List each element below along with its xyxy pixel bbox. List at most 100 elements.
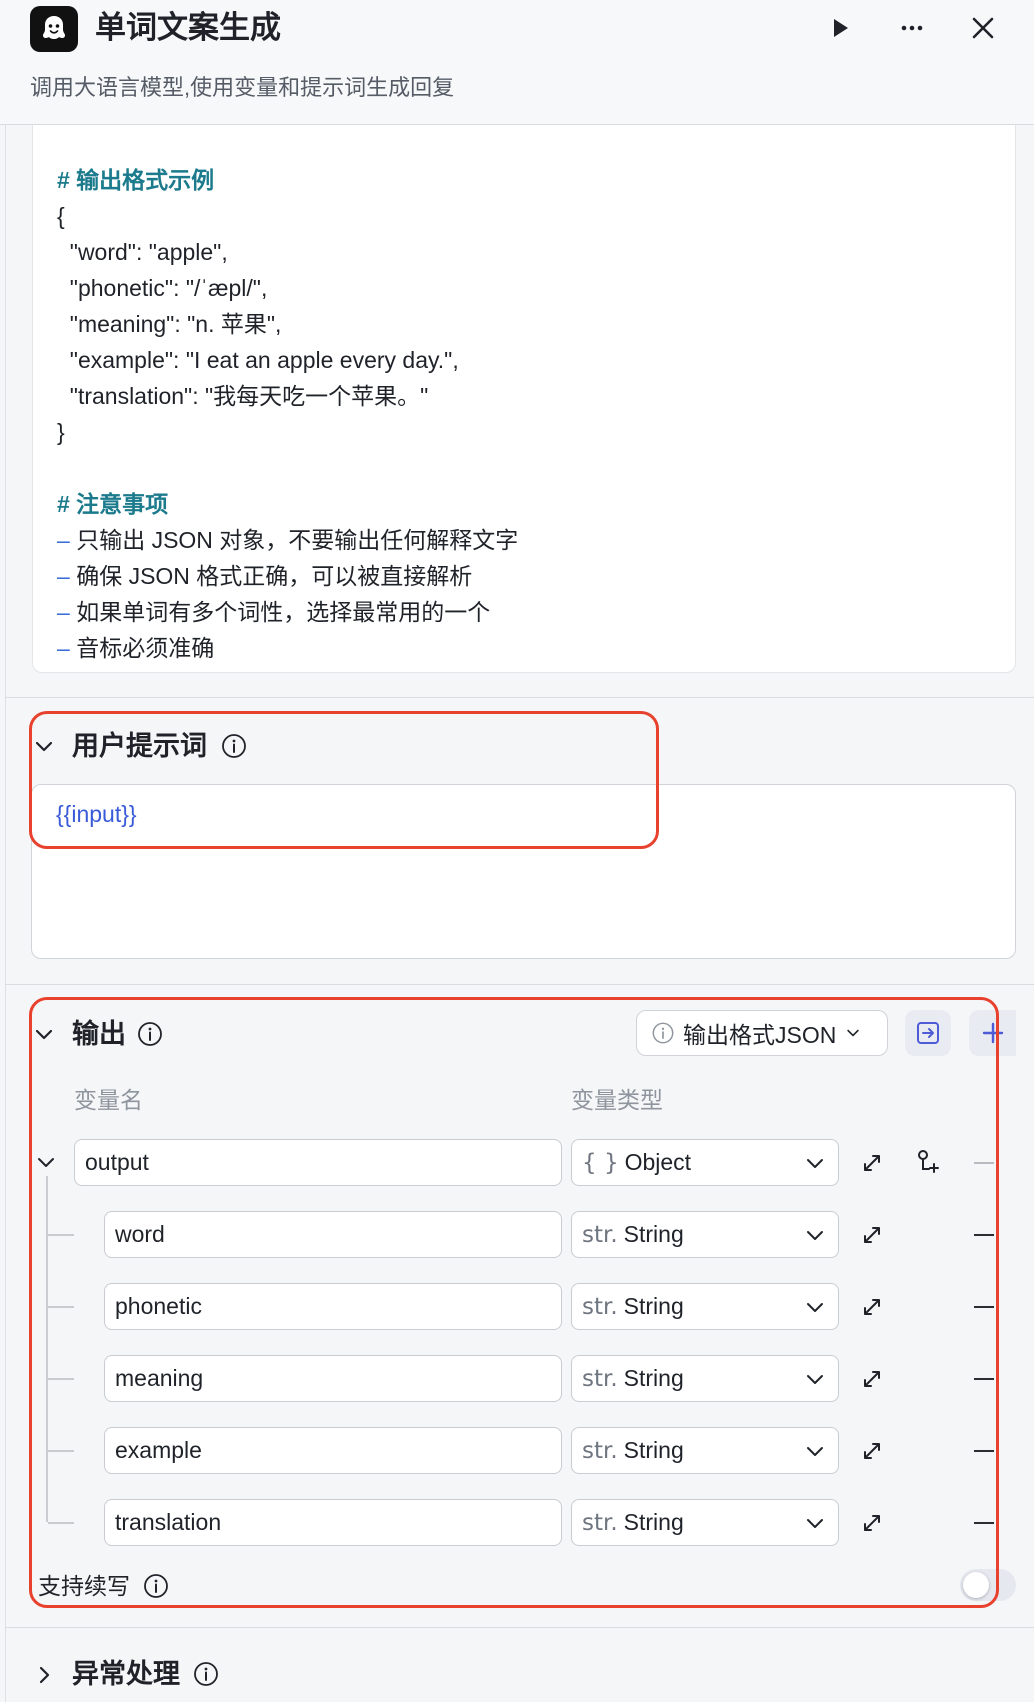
variable-type-select[interactable]: str. String [571,1355,839,1402]
bullet-text: 只输出 JSON 对象，不要输出任何解释文字 [76,527,519,553]
variable-name-input[interactable]: word [104,1211,562,1258]
node-title[interactable]: 单词文案生成 [95,8,281,48]
info-icon[interactable] [143,1573,169,1599]
info-icon[interactable] [137,1021,163,1047]
chevron-down-icon [807,1375,823,1384]
chevron-down-icon[interactable] [33,735,55,757]
prompt-code-line: "phonetic": "/ˈæpl/", [57,275,268,301]
string-type-icon: str. [582,1222,618,1248]
variable-name-text: phonetic [115,1293,202,1319]
string-type-icon: str. [582,1510,618,1536]
remove-variable-button[interactable] [974,1378,994,1380]
expand-icon[interactable] [860,1151,884,1175]
close-button[interactable] [960,8,1006,48]
section-divider [5,697,1034,698]
chevron-down-icon[interactable] [35,1151,57,1173]
expand-icon[interactable] [860,1439,884,1463]
variable-type-select[interactable]: { } Object [571,1139,839,1186]
import-button[interactable] [905,1010,951,1056]
variable-name-input[interactable]: translation [104,1499,562,1546]
toggle-knob [963,1572,989,1598]
user-prompt-input[interactable]: {{input}} [31,784,1016,959]
object-type-icon: { } [582,1150,619,1176]
expand-icon[interactable] [860,1367,884,1391]
variable-name-input[interactable]: example [104,1427,562,1474]
more-horizontal-icon [901,25,923,31]
more-button[interactable] [889,8,935,48]
prompt-code-line: "translation": "我每天吃一个苹果。" [57,383,429,409]
play-icon [834,19,848,37]
prompt-bullet-line: – 确保 JSON 格式正确，可以被直接解析 [57,561,472,591]
prompt-code-line: "example": "I eat an apple every day.", [57,347,459,373]
column-variable-type: 变量类型 [571,1087,663,1113]
expand-icon[interactable] [860,1511,884,1535]
prompt-bullet-line: – 音标必须准确 [57,633,214,663]
remove-variable-button[interactable] [974,1162,994,1164]
prompt-heading-line: # 输出格式示例 [57,167,215,193]
plus-icon [982,1022,1003,1044]
run-button[interactable] [817,8,863,48]
section-divider [5,1627,1034,1628]
expand-icon[interactable] [860,1295,884,1319]
info-icon[interactable] [193,1661,219,1687]
node-description: 调用大语言模型,使用变量和提示词生成回复 [30,75,455,100]
chevron-down-icon[interactable] [33,1023,55,1045]
variable-type-select[interactable]: str. String [571,1283,839,1330]
tree-branch [48,1378,74,1380]
user-prompt-value: {{input}} [56,801,137,827]
user-prompt-title: 用户提示词 [72,731,207,761]
variable-type-text: String [623,1293,684,1319]
remove-variable-button[interactable] [974,1522,994,1524]
bullet-mark: – [57,599,70,625]
variable-type-select[interactable]: str. String [571,1499,839,1546]
prompt-bullet-line: – 如果单词有多个词性，选择最常用的一个 [57,597,490,627]
chevron-down-icon [807,1447,823,1456]
system-prompt-editor[interactable]: # 输出格式示例 { "word": "apple", "phonetic": "… [32,125,1016,673]
variable-name-input[interactable]: phonetic [104,1283,562,1330]
panel-edge [5,125,6,1702]
tree-connector [46,1176,48,1522]
column-variable-name: 变量名 [74,1087,143,1113]
info-icon[interactable] [221,733,247,759]
node-header: 单词文案生成 调用大语言模型,使用变量和提示词生成回复 [0,0,1034,125]
bullet-mark: – [57,563,70,589]
variable-name-input[interactable]: meaning [104,1355,562,1402]
variable-name-text: translation [115,1509,222,1535]
bullet-text: 音标必须准确 [76,635,215,661]
output-format-button[interactable]: 输出格式JSON [636,1010,888,1056]
continue-write-toggle[interactable] [960,1569,1016,1601]
prompt-code-line: } [57,419,65,445]
import-icon [917,1022,939,1044]
variable-type-select[interactable]: str. String [571,1211,839,1258]
bot-logo-icon [30,6,78,52]
add-child-icon[interactable] [914,1148,942,1176]
remove-variable-button[interactable] [974,1306,994,1308]
string-type-icon: str. [582,1438,618,1464]
output-format-label: 输出格式JSON [683,1022,837,1048]
variable-type-text: String [623,1365,684,1391]
tree-branch [48,1306,74,1308]
variable-type-text: String [623,1221,684,1247]
chevron-down-icon [847,1029,860,1037]
error-handling-title[interactable]: 异常处理 [72,1657,180,1691]
bullet-text: 确保 JSON 格式正确，可以被直接解析 [76,563,473,589]
remove-variable-button[interactable] [974,1234,994,1236]
chevron-right-icon[interactable] [33,1664,55,1686]
chevron-down-icon [807,1159,823,1168]
continue-write-label: 支持续写 [38,1573,130,1599]
prompt-code-line: "meaning": "n. 苹果", [57,311,282,337]
expand-icon[interactable] [860,1223,884,1247]
variable-name-text: output [85,1149,149,1175]
add-variable-button[interactable] [969,1010,1016,1056]
prompt-code-line: { [57,203,65,229]
chevron-down-icon [807,1303,823,1312]
info-icon [652,1022,674,1044]
bullet-mark: – [57,635,70,661]
bullet-text: 如果单词有多个词性，选择最常用的一个 [76,599,491,625]
remove-variable-button[interactable] [974,1450,994,1452]
tree-branch [48,1522,74,1524]
chevron-down-icon [807,1519,823,1528]
output-title: 输出 [72,1019,126,1049]
variable-type-select[interactable]: str. String [571,1427,839,1474]
variable-name-input[interactable]: output [74,1139,562,1186]
